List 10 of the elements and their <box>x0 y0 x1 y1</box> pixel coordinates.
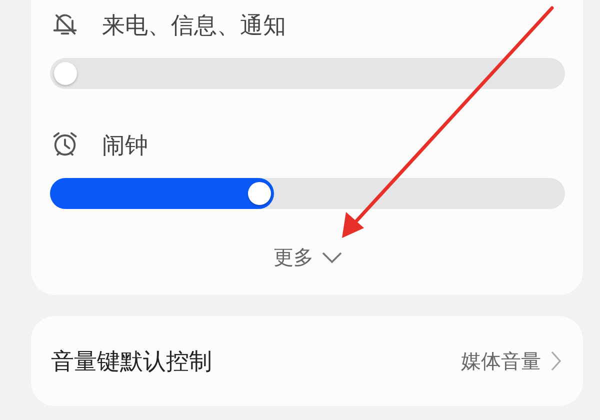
setting-row[interactable]: 音量键默认控制 媒体音量 <box>31 316 583 406</box>
slider-label: 来电、信息、通知 <box>102 12 286 40</box>
chevron-right-icon <box>551 351 561 371</box>
volume-slider[interactable] <box>50 178 565 209</box>
slider-label: 闹钟 <box>102 132 148 160</box>
setting-label: 音量键默认控制 <box>51 348 212 376</box>
slider-thumb[interactable] <box>54 62 77 85</box>
more-button[interactable]: 更多 <box>274 244 342 271</box>
volume-slider[interactable] <box>50 58 565 89</box>
setting-value: 媒体音量 <box>461 348 541 374</box>
